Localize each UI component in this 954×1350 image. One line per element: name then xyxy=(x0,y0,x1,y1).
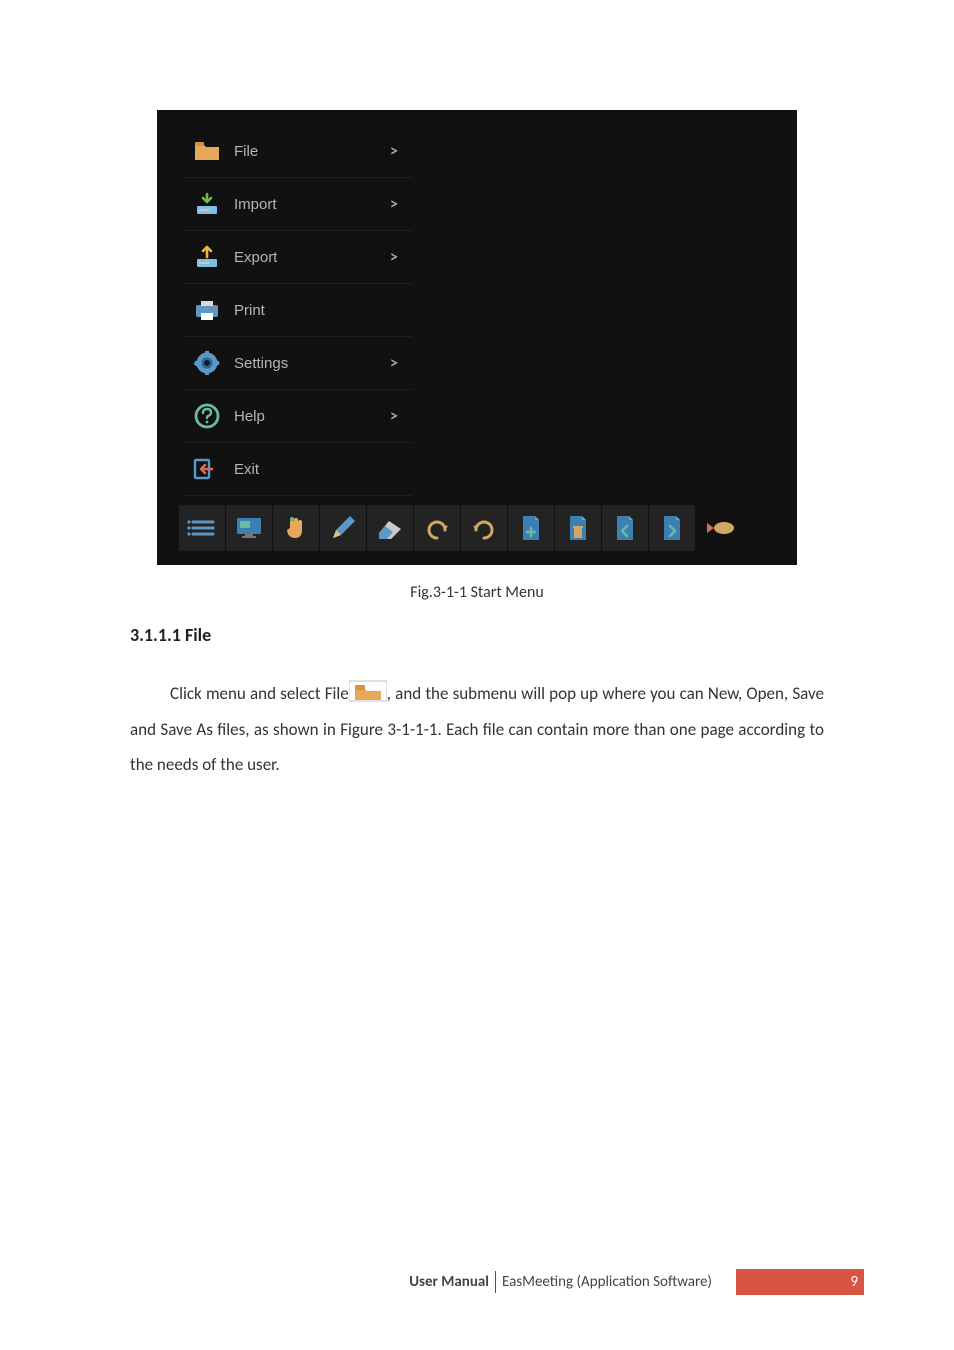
toolbar-undo-button[interactable] xyxy=(414,505,460,551)
menu-item-label: File xyxy=(224,143,384,160)
exit-icon xyxy=(190,452,224,486)
menu-item-label: Print xyxy=(224,302,384,319)
start-menu-panel: File > Import > xyxy=(182,125,412,496)
toolbar-hand-button[interactable] xyxy=(273,505,319,551)
menu-item-export[interactable]: Export > xyxy=(182,231,412,284)
toolbar-new-page-button[interactable] xyxy=(508,505,554,551)
menu-item-settings[interactable]: Settings > xyxy=(182,337,412,390)
file-folder-icon xyxy=(190,134,224,168)
menu-item-exit[interactable]: Exit xyxy=(182,443,412,496)
menu-item-print[interactable]: Print xyxy=(182,284,412,337)
bottom-toolbar xyxy=(179,505,742,551)
footer-manual-label: User Manual xyxy=(409,1273,489,1291)
menu-item-file[interactable]: File > xyxy=(182,125,412,178)
figure-start-menu: File > Import > xyxy=(157,110,797,565)
footer-product-label: EasMeeting (Application Software) xyxy=(502,1273,712,1291)
section-heading: 3.1.1.1 File xyxy=(130,624,824,646)
import-icon xyxy=(190,187,224,221)
toolbar-menu-button[interactable] xyxy=(179,505,225,551)
inline-file-folder-icon xyxy=(349,680,387,702)
toolbar-prev-page-button[interactable] xyxy=(602,505,648,551)
page-number: 9 xyxy=(850,1273,858,1291)
gear-icon xyxy=(190,346,224,380)
menu-item-help[interactable]: Help > xyxy=(182,390,412,443)
page-footer: User Manual EasMeeting (Application Soft… xyxy=(0,1269,954,1295)
toolbar-delete-page-button[interactable] xyxy=(555,505,601,551)
menu-item-label: Help xyxy=(224,408,384,425)
figure-caption: Fig.3-1-1 Start Menu xyxy=(130,583,824,602)
footer-text: User Manual EasMeeting (Application Soft… xyxy=(409,1271,712,1293)
chevron-right-icon: > xyxy=(384,354,404,373)
toolbar-eraser-button[interactable] xyxy=(367,505,413,551)
toolbar-next-page-button[interactable] xyxy=(649,505,695,551)
print-icon xyxy=(190,293,224,327)
chevron-right-icon: > xyxy=(384,407,404,426)
menu-item-label: Settings xyxy=(224,355,384,372)
toolbar-pen-button[interactable] xyxy=(320,505,366,551)
body-paragraph: Click menu and select File , and the sub… xyxy=(130,676,824,783)
export-icon xyxy=(190,240,224,274)
app-screenshot: File > Import > xyxy=(157,110,797,565)
toolbar-redo-button[interactable] xyxy=(461,505,507,551)
menu-item-import[interactable]: Import > xyxy=(182,178,412,231)
footer-separator xyxy=(495,1271,496,1293)
help-icon xyxy=(190,399,224,433)
chevron-right-icon: > xyxy=(384,142,404,161)
para-fragment: Click menu and select File xyxy=(170,683,349,704)
toolbar-collapse-button[interactable] xyxy=(696,505,742,551)
toolbar-desktop-button[interactable] xyxy=(226,505,272,551)
page-number-badge: 9 xyxy=(736,1269,864,1295)
menu-item-label: Import xyxy=(224,196,384,213)
chevron-right-icon: > xyxy=(384,248,404,267)
menu-item-label: Exit xyxy=(224,461,384,478)
page-content: File > Import > xyxy=(0,0,954,783)
chevron-right-icon: > xyxy=(384,195,404,214)
menu-item-label: Export xyxy=(224,249,384,266)
